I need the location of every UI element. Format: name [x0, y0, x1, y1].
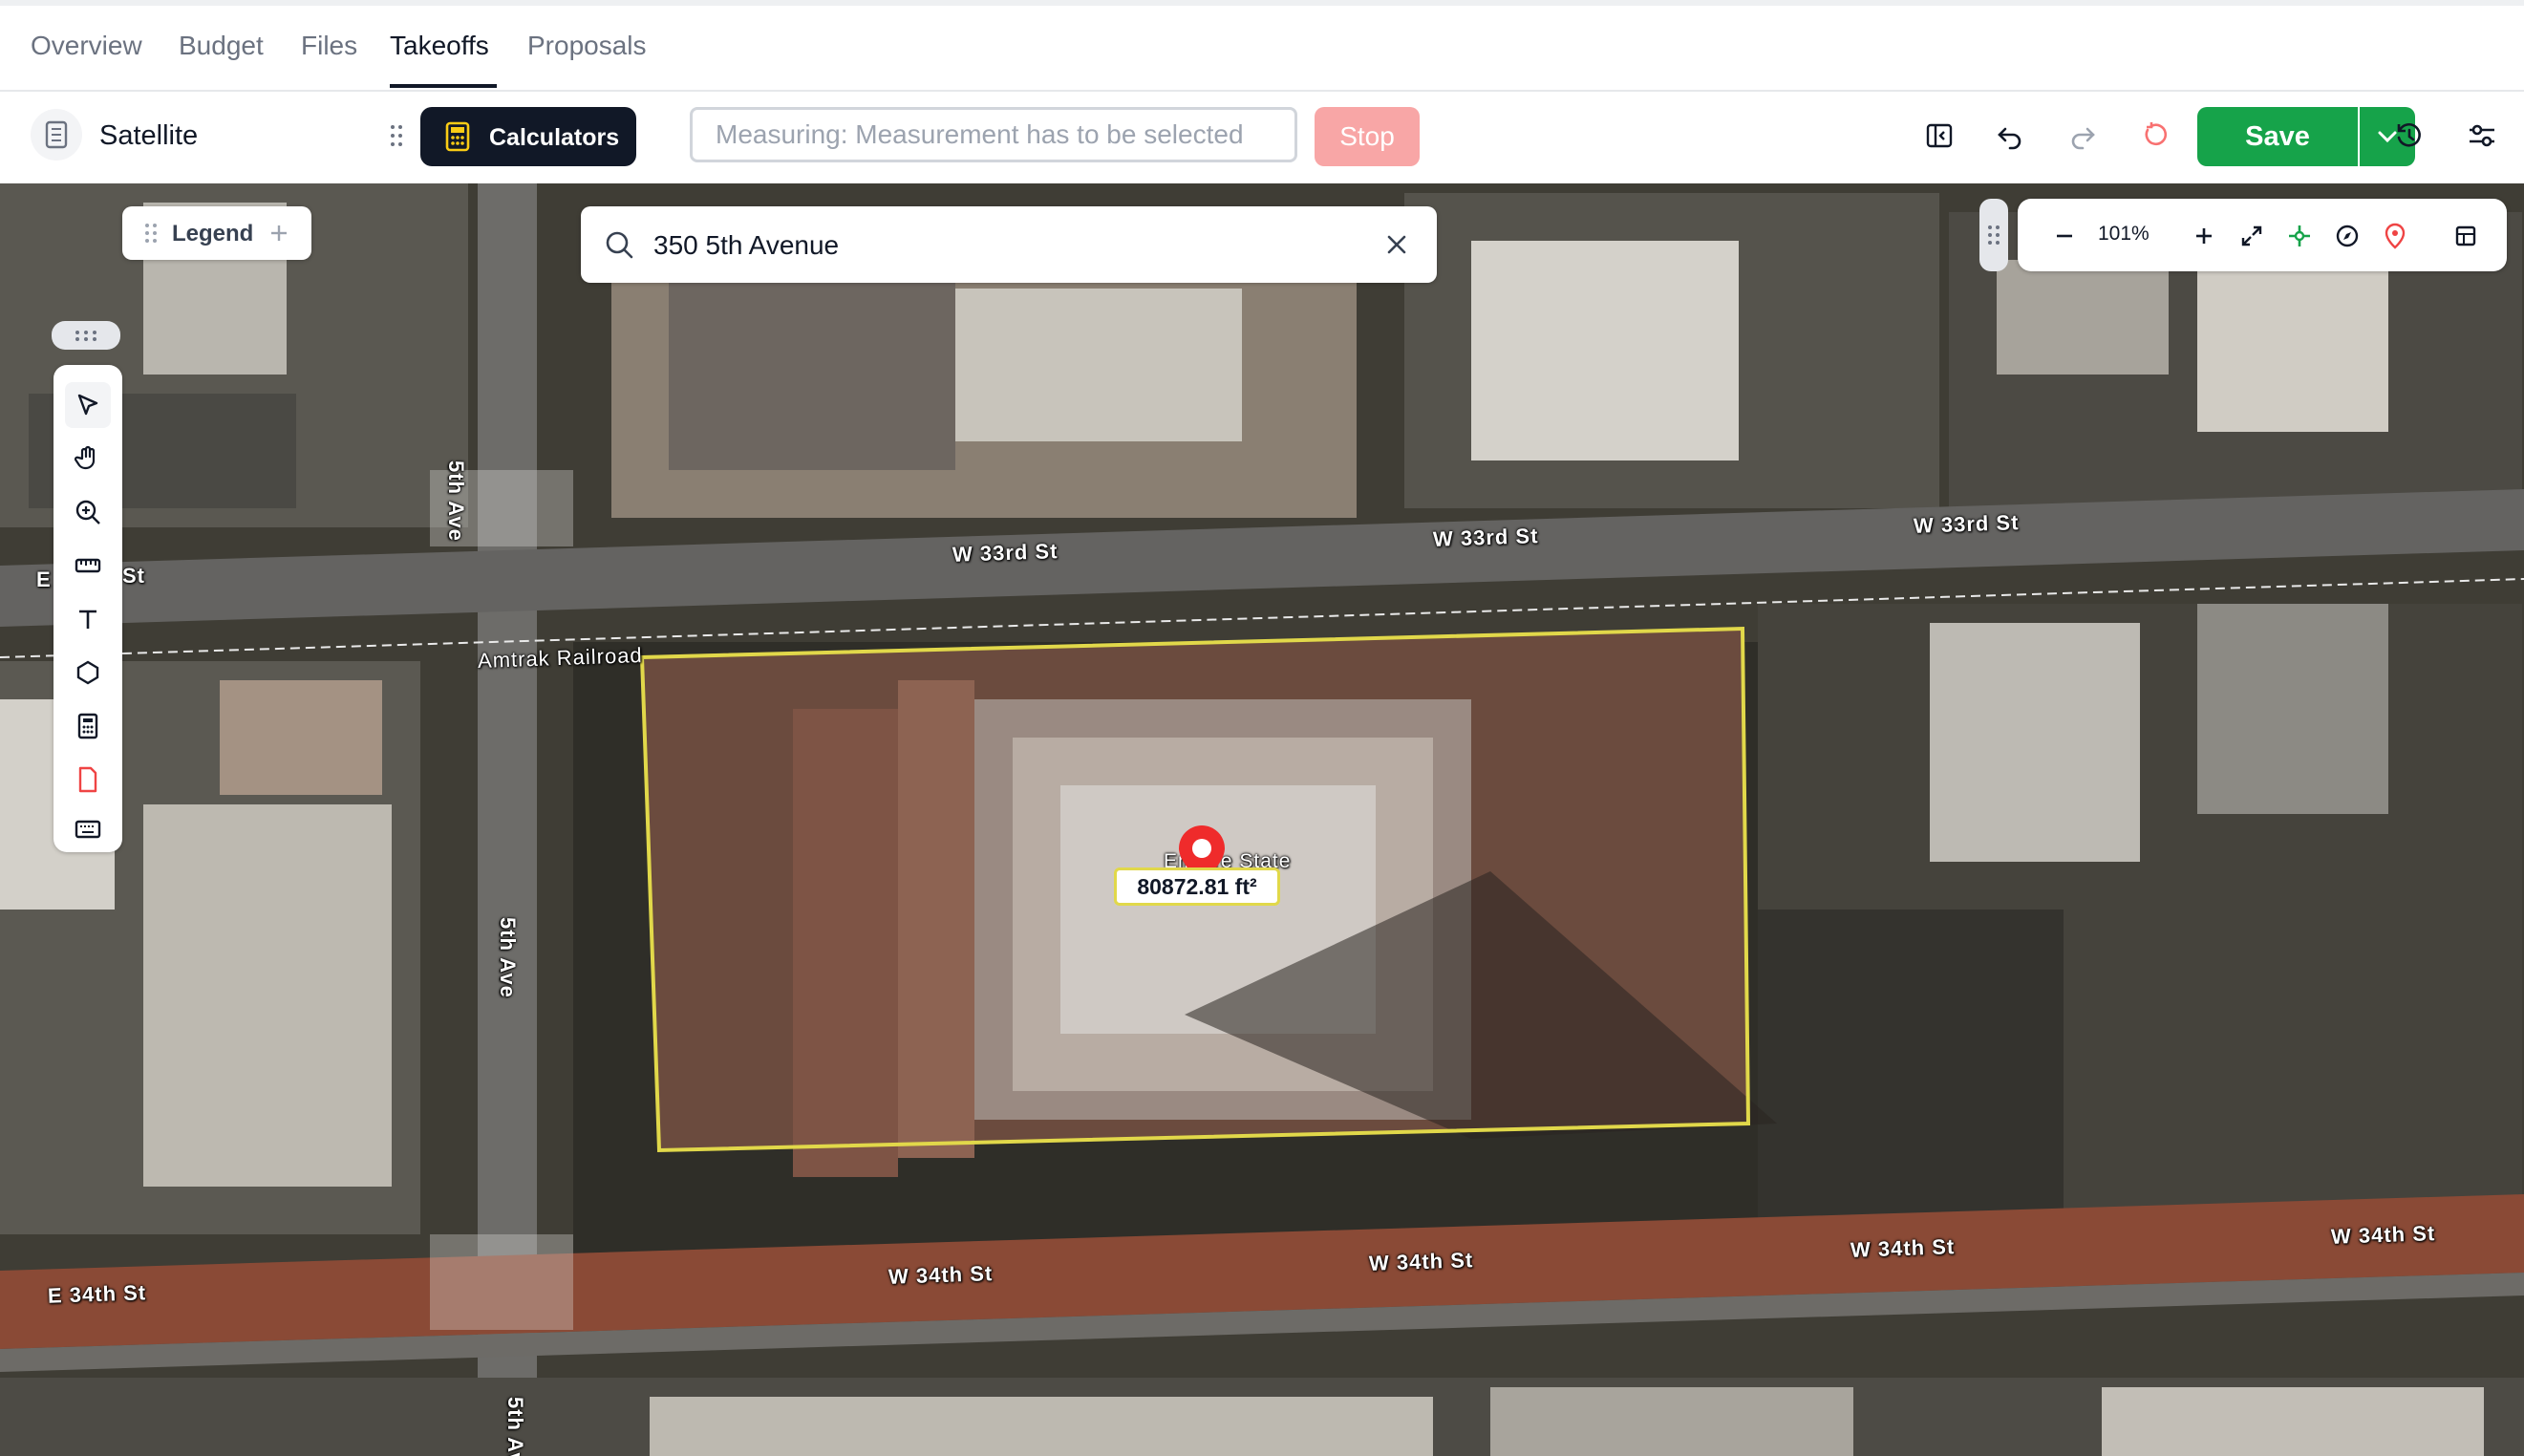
- location-button[interactable]: [2377, 218, 2413, 254]
- close-icon[interactable]: [1385, 233, 1408, 256]
- minus-icon: [2057, 234, 2072, 238]
- undo-icon: [1998, 127, 2021, 150]
- history-button[interactable]: [2390, 117, 2428, 155]
- tab-overview[interactable]: Overview: [31, 31, 142, 61]
- map-search-box[interactable]: [581, 206, 1437, 283]
- search-input[interactable]: [652, 224, 1324, 268]
- sliders-icon: [2470, 124, 2494, 147]
- tab-takeoffs[interactable]: Takeoffs: [390, 31, 489, 61]
- history-icon: [2397, 123, 2421, 147]
- street-label: W 33rd St: [1913, 510, 2020, 538]
- zoom-level: 101%: [2098, 223, 2150, 245]
- street-label: W 34th St: [888, 1261, 994, 1289]
- calculators-label: Calculators: [489, 124, 620, 151]
- tool-palette: [53, 365, 122, 852]
- street-label: W 33rd St: [1432, 524, 1539, 551]
- zoom-tool[interactable]: [65, 489, 111, 535]
- map-pin-icon: [2385, 223, 2406, 249]
- measure-length-tool[interactable]: [65, 543, 111, 589]
- calculator-tool[interactable]: [65, 703, 111, 749]
- calculator-icon: [77, 713, 98, 739]
- recenter-icon: [2289, 225, 2310, 246]
- hand-icon: [75, 445, 96, 470]
- grid-button[interactable]: [2448, 218, 2484, 254]
- select-tool[interactable]: [65, 382, 111, 428]
- street-label: St: [122, 564, 145, 588]
- zoom-in-icon: [75, 500, 100, 525]
- measurement-area-label: 80872.81 ft²: [1114, 867, 1280, 906]
- zoom-panel-drag-handle[interactable]: [1979, 199, 2008, 271]
- polygon-tool[interactable]: [65, 650, 111, 696]
- zoom-in-button[interactable]: [2186, 218, 2222, 254]
- plus-icon[interactable]: [269, 224, 289, 243]
- zoom-controls: 101%: [2018, 199, 2507, 271]
- layer-label[interactable]: Satellite: [99, 120, 198, 152]
- reset-button[interactable]: [2136, 117, 2174, 155]
- keyboard-icon: [75, 820, 101, 839]
- ruler-icon: [75, 558, 101, 573]
- keyboard-tool[interactable]: [65, 810, 111, 848]
- compass-icon: [2336, 225, 2359, 247]
- undo-button[interactable]: [1991, 117, 2029, 155]
- street-label: E 34th St: [47, 1280, 147, 1308]
- text-tool[interactable]: [65, 596, 111, 642]
- tab-bar: Overview Budget Files Takeoffs Proposals: [0, 6, 2524, 92]
- satellite-map[interactable]: W 33rd St W 33rd St W 33rd St E 34th St …: [0, 183, 2524, 1456]
- legend-panel[interactable]: Legend: [122, 206, 311, 260]
- text-icon: [79, 610, 96, 629]
- calculator-icon: [445, 121, 470, 152]
- calculators-button[interactable]: Calculators: [420, 107, 636, 166]
- street-label: 5th Ave: [503, 1397, 527, 1456]
- document-tool[interactable]: [65, 757, 111, 803]
- sidebar-toggle-icon: [1926, 123, 1953, 148]
- layer-selector-button[interactable]: [31, 109, 82, 161]
- street-label: W 34th St: [1368, 1248, 1474, 1275]
- toggle-panel-button[interactable]: [1920, 117, 1958, 155]
- zoom-out-button[interactable]: [2046, 218, 2083, 254]
- plus-icon: [2196, 228, 2212, 244]
- redo-button[interactable]: [2064, 117, 2102, 155]
- polygon-icon: [76, 660, 99, 685]
- drag-handle-icon: [1988, 225, 2000, 245]
- street-label: E: [36, 567, 52, 591]
- document-icon: [78, 766, 97, 793]
- layer-icon: [45, 120, 68, 149]
- search-icon: [606, 231, 633, 259]
- tab-files[interactable]: Files: [301, 31, 357, 61]
- street-label: W 34th St: [1850, 1234, 1956, 1262]
- fullscreen-button[interactable]: [2234, 218, 2270, 254]
- measuring-status-field[interactable]: Measuring: Measurement has to be selecte…: [690, 107, 1297, 162]
- save-button[interactable]: Save: [2197, 107, 2358, 166]
- takeoff-toolbar: Satellite Calculators Measuring: Measure…: [0, 92, 2524, 184]
- measurement-polygon[interactable]: [0, 183, 2524, 1456]
- drag-handle-icon[interactable]: [145, 223, 157, 244]
- pointer-icon: [77, 394, 98, 416]
- redo-icon: [2071, 127, 2095, 150]
- tool-palette-drag-handle[interactable]: [52, 321, 120, 350]
- active-tab-indicator: [390, 84, 497, 88]
- legend-label: Legend: [172, 221, 254, 246]
- reset-icon: [2145, 122, 2168, 146]
- settings-button[interactable]: [2463, 117, 2501, 155]
- stop-button[interactable]: Stop: [1315, 107, 1420, 166]
- recenter-button[interactable]: [2281, 218, 2318, 254]
- expand-icon: [2241, 225, 2262, 246]
- drag-handle-icon: [75, 331, 96, 341]
- street-label: W 33rd St: [952, 539, 1059, 567]
- table-icon: [2455, 225, 2476, 246]
- street-label: 5th Ave: [444, 460, 468, 542]
- compass-button[interactable]: [2329, 218, 2365, 254]
- street-label: W 34th St: [2330, 1221, 2436, 1249]
- tab-budget[interactable]: Budget: [179, 31, 264, 61]
- tab-proposals[interactable]: Proposals: [527, 31, 647, 61]
- street-label: 5th Ave: [496, 917, 520, 998]
- drag-handle-icon[interactable]: [390, 124, 403, 147]
- pan-tool[interactable]: [65, 436, 111, 482]
